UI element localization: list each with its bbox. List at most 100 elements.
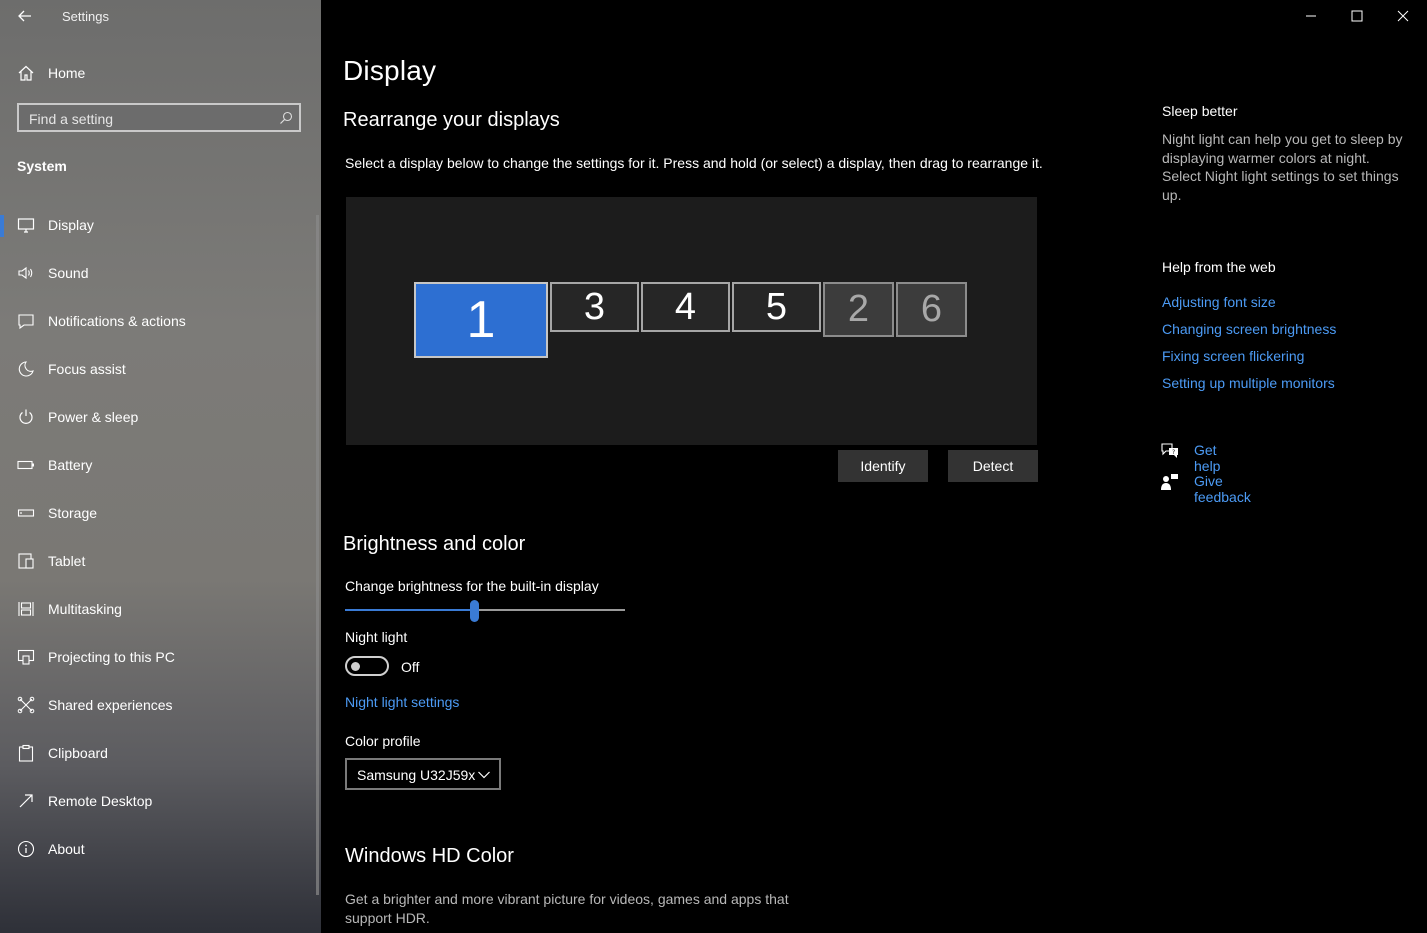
battery-icon (17, 460, 34, 470)
sidebar-item-label: Display (48, 217, 94, 233)
shared-icon (17, 696, 35, 714)
sidebar-item-sound[interactable]: Sound (0, 249, 321, 297)
sidebar-item-remote-desktop[interactable]: Remote Desktop (0, 777, 321, 825)
sidebar-item-label: Clipboard (48, 745, 108, 761)
page-title: Display (343, 55, 437, 86)
sidebar-item-clipboard[interactable]: Clipboard (0, 729, 321, 777)
sidebar-item-about[interactable]: About (0, 825, 321, 873)
give-feedback-link[interactable]: Give feedback (1194, 473, 1251, 505)
help-link-flickering[interactable]: Fixing screen flickering (1162, 348, 1304, 364)
section-label-system: System (17, 158, 67, 174)
color-profile-value: Samsung U32J59x (357, 767, 476, 783)
search-placeholder: Find a setting (29, 111, 114, 127)
help-link-font-size[interactable]: Adjusting font size (1162, 294, 1276, 310)
info-icon (17, 840, 35, 858)
help-link-multiple-monitors[interactable]: Setting up multiple monitors (1162, 375, 1335, 391)
close-button[interactable] (1380, 0, 1426, 32)
identify-button[interactable]: Identify (838, 450, 928, 482)
chevron-down-icon (478, 771, 490, 779)
sidebar-item-label: Tablet (48, 553, 86, 569)
app-title: Settings (62, 9, 109, 24)
monitor-6[interactable]: 6 (896, 282, 967, 337)
search-icon (280, 111, 293, 124)
maximize-button[interactable] (1334, 0, 1380, 32)
rearrange-description: Select a display below to change the set… (345, 155, 1043, 171)
search-input[interactable]: Find a setting (17, 103, 301, 132)
sidebar-item-tablet[interactable]: Tablet (0, 537, 321, 585)
back-button[interactable] (14, 4, 36, 28)
notification-icon (18, 314, 34, 330)
night-light-toggle[interactable] (345, 656, 389, 676)
chat-help-icon: ? (1161, 443, 1178, 458)
sleep-better-heading: Sleep better (1162, 103, 1238, 119)
multitasking-icon (18, 602, 34, 616)
sidebar-item-label: Multitasking (48, 601, 122, 617)
hdr-heading: Windows HD Color (345, 845, 514, 867)
detect-button[interactable]: Detect (948, 450, 1038, 482)
maximize-icon (1351, 10, 1363, 22)
sidebar-item-label: Projecting to this PC (48, 649, 175, 665)
night-light-label: Night light (345, 629, 408, 645)
toggle-knob (351, 662, 360, 671)
sidebar-item-label: Storage (48, 505, 98, 521)
sidebar-item-multitasking[interactable]: Multitasking (0, 585, 321, 633)
sidebar-item-notifications[interactable]: Notifications & actions (0, 297, 321, 345)
speaker-icon (18, 266, 33, 280)
brightness-slider-label: Change brightness for the built-in displ… (345, 578, 599, 594)
power-icon (19, 409, 33, 424)
projecting-icon (17, 649, 35, 665)
clipboard-icon (18, 744, 34, 762)
home-label: Home (48, 65, 86, 81)
color-profile-select[interactable]: Samsung U32J59x (345, 758, 501, 790)
night-light-state: Off (401, 659, 420, 675)
sidebar-item-projecting[interactable]: Projecting to this PC (0, 633, 321, 681)
color-profile-label: Color profile (345, 733, 421, 749)
minimize-icon (1306, 15, 1316, 17)
brightness-slider-fill (345, 609, 474, 611)
brightness-slider-track[interactable] (474, 609, 625, 611)
night-light-settings-link[interactable]: Night light settings (345, 694, 459, 710)
help-web-heading: Help from the web (1162, 259, 1276, 275)
sidebar-item-label: Power & sleep (48, 409, 139, 425)
display-arrangement-area[interactable]: 1 3 4 5 2 6 (346, 197, 1037, 445)
get-help-link[interactable]: Get help (1194, 442, 1220, 474)
sidebar-item-label: Battery (48, 457, 93, 473)
sidebar-item-label: Notifications & actions (48, 313, 186, 329)
monitor-1[interactable]: 1 (414, 282, 548, 358)
remote-desktop-icon (19, 794, 33, 808)
sidebar-item-battery[interactable]: Battery (0, 441, 321, 489)
sidebar-item-focus-assist[interactable]: Focus assist (0, 345, 321, 393)
sidebar-scrollbar[interactable] (316, 215, 319, 895)
sidebar-item-shared-experiences[interactable]: Shared experiences (0, 681, 321, 729)
display-icon (17, 218, 35, 233)
sidebar-item-label: About (48, 841, 85, 857)
close-icon (1397, 10, 1409, 22)
sidebar-nav: Display Sound Notifications & actions Fo… (0, 201, 321, 873)
feedback-person-icon (1161, 474, 1178, 490)
storage-icon (17, 509, 35, 517)
sidebar-item-power-sleep[interactable]: Power & sleep (0, 393, 321, 441)
tablet-icon (18, 553, 34, 569)
sidebar-item-storage[interactable]: Storage (0, 489, 321, 537)
sleep-better-text: Night light can help you get to sleep by… (1162, 131, 1403, 203)
home-nav-item[interactable]: Home (0, 58, 321, 88)
sidebar-item-label: Focus assist (48, 361, 126, 377)
sidebar-item-label: Shared experiences (48, 697, 173, 713)
moon-icon (18, 361, 34, 377)
monitor-2[interactable]: 2 (823, 282, 894, 337)
brightness-slider-thumb[interactable] (470, 600, 479, 622)
help-link-brightness[interactable]: Changing screen brightness (1162, 321, 1336, 337)
hdr-description: Get a brighter and more vibrant picture … (345, 891, 789, 926)
monitor-4[interactable]: 4 (641, 282, 730, 332)
home-icon (18, 65, 34, 81)
brightness-heading: Brightness and color (343, 533, 526, 555)
monitor-3[interactable]: 3 (550, 282, 639, 332)
minimize-button[interactable] (1288, 0, 1334, 32)
sidebar-item-display[interactable]: Display (0, 201, 321, 249)
monitor-5[interactable]: 5 (732, 282, 821, 332)
sidebar-item-label: Remote Desktop (48, 793, 153, 809)
sidebar-item-label: Sound (48, 265, 89, 281)
back-arrow-icon (18, 10, 31, 22)
sidebar: Settings Home Find a setting System Disp… (0, 0, 321, 933)
svg-text:?: ? (1172, 449, 1175, 456)
